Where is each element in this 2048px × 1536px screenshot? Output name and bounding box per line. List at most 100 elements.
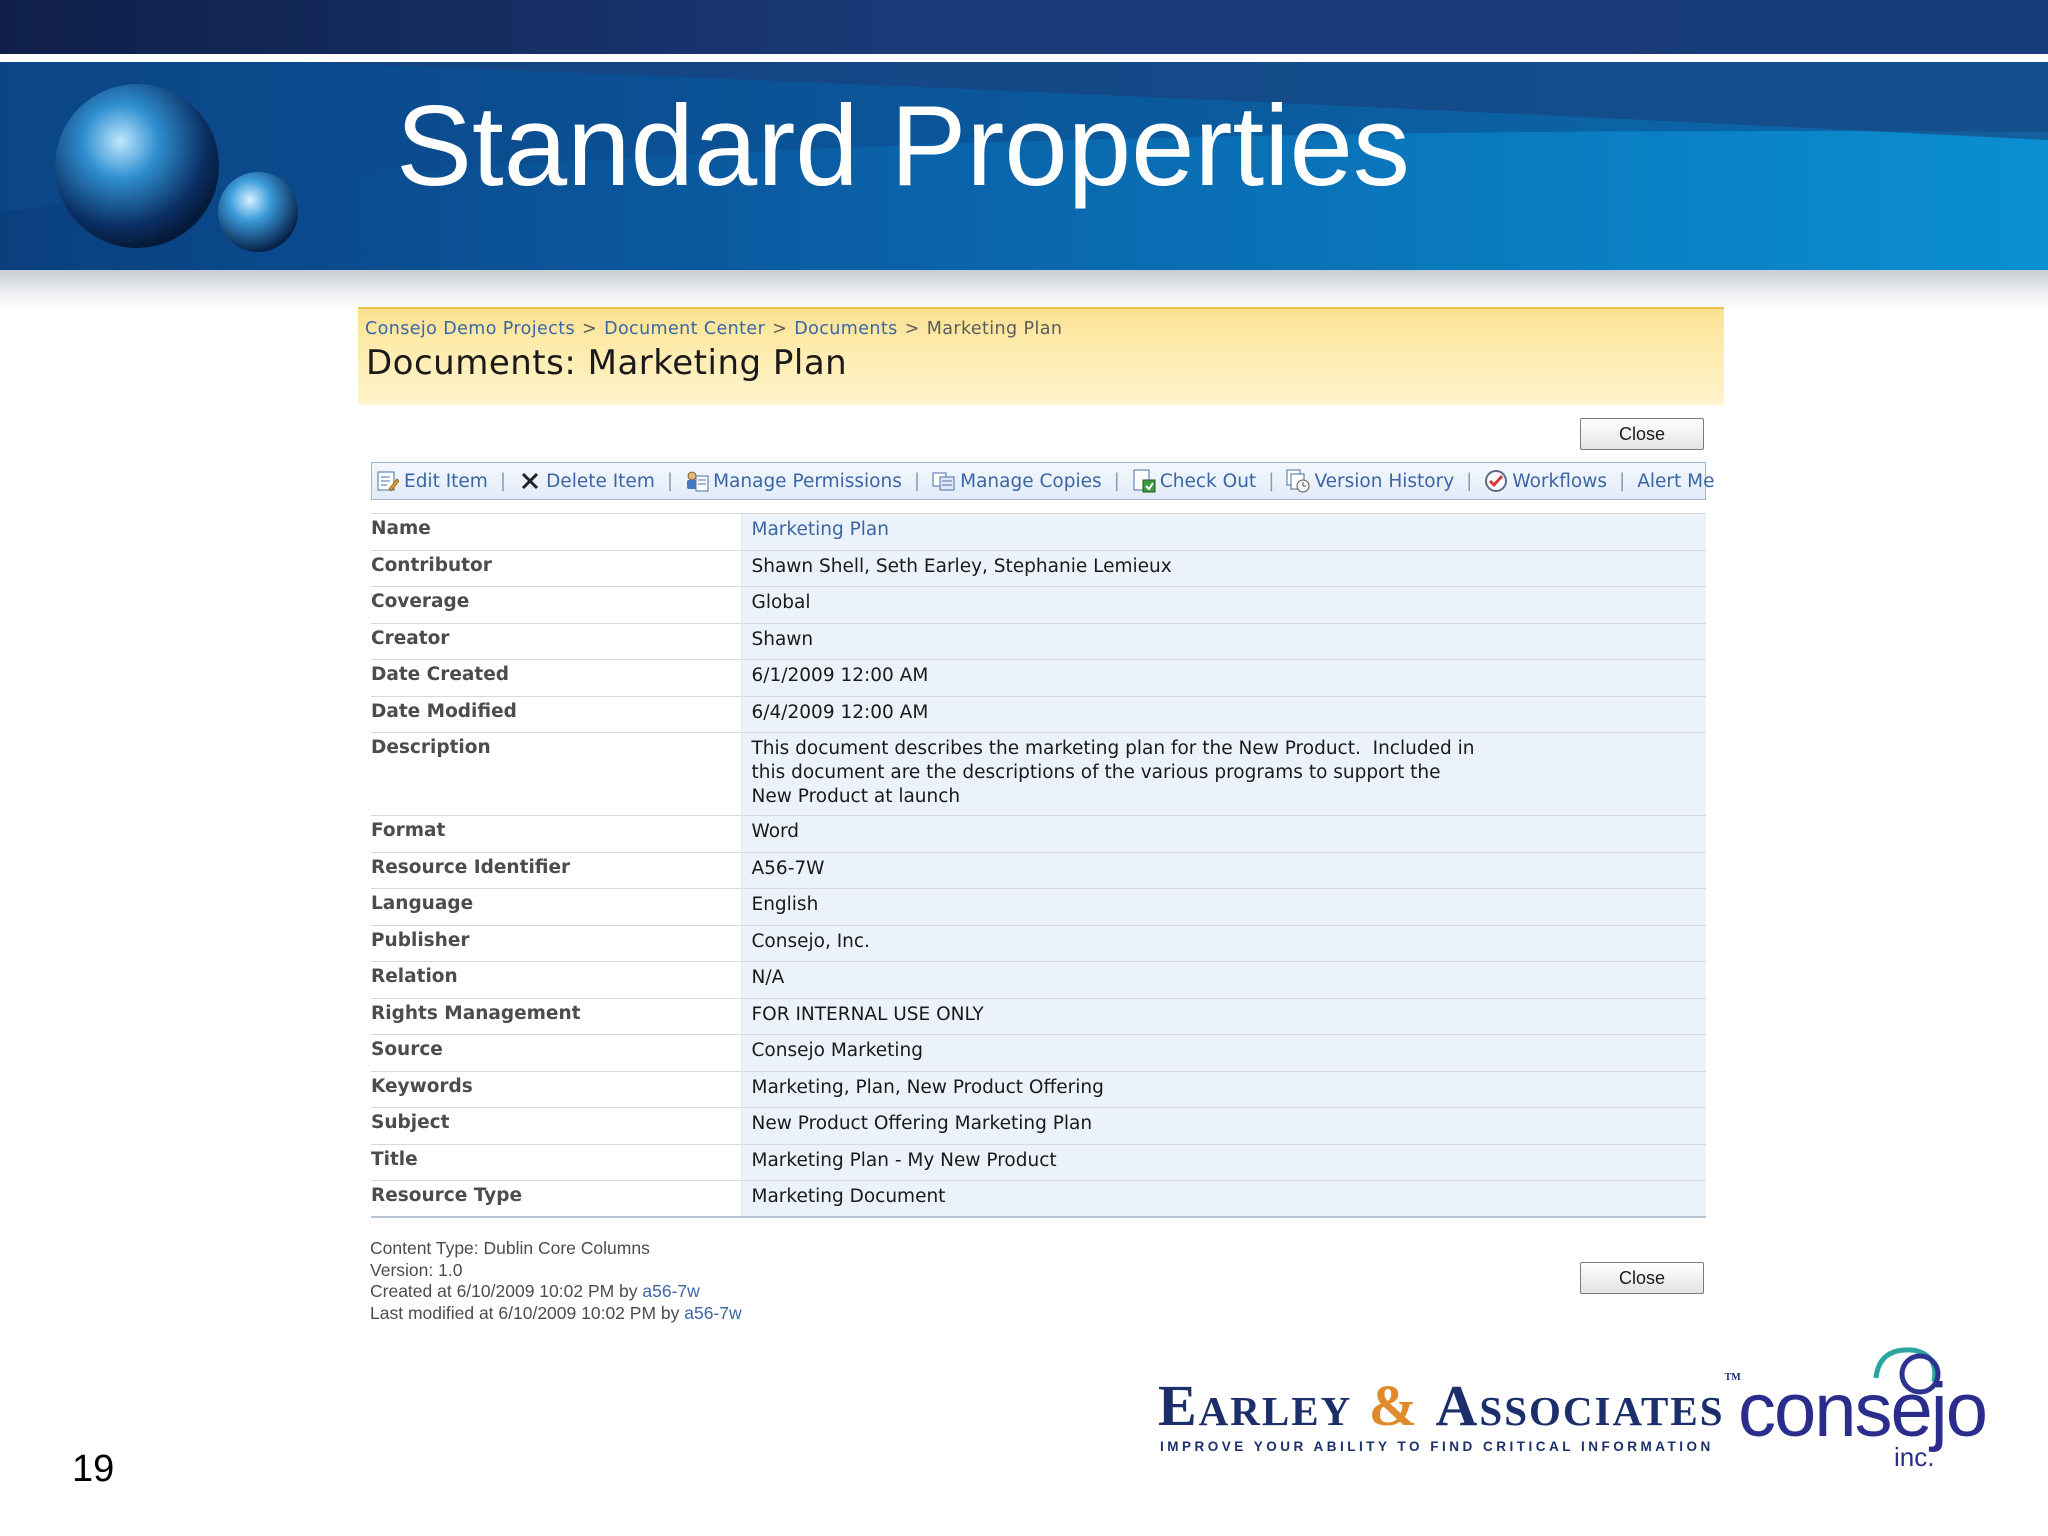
property-label: Contributor — [371, 549, 741, 587]
breadcrumb-current: Marketing Plan — [926, 319, 1063, 339]
edit-item-button[interactable]: Edit Item — [376, 469, 488, 493]
consejo-wordmark: consejo — [1738, 1368, 1986, 1453]
property-value: English — [740, 888, 1706, 925]
property-label: Creator — [371, 622, 741, 660]
version-history-icon — [1286, 469, 1310, 493]
property-label: Subject — [371, 1107, 741, 1144]
workflows-icon — [1484, 469, 1508, 493]
manage-permissions-button[interactable]: Manage Permissions — [685, 469, 902, 493]
property-value: 6/4/2009 12:00 AM — [740, 695, 1706, 733]
property-value: Consejo, Inc. — [740, 924, 1706, 962]
page-title: Documents: Marketing Plan — [366, 343, 848, 383]
manage-copies-label: Manage Copies — [960, 470, 1102, 492]
modified-by-link[interactable]: a56-7w — [684, 1303, 741, 1323]
banner-shadow — [0, 270, 2048, 312]
property-label: Coverage — [371, 586, 741, 623]
slide-number: 19 — [72, 1448, 115, 1490]
property-row: Coverage Global — [371, 586, 1706, 623]
property-value: Marketing Plan - My New Product — [740, 1143, 1706, 1181]
property-label: Date Created — [371, 659, 741, 696]
consejo-logo: consejo inc. — [1738, 1347, 1988, 1470]
property-row: Publisher Consejo, Inc. — [371, 924, 1706, 962]
property-label: Relation — [371, 961, 741, 998]
name-link[interactable]: Marketing Plan — [752, 519, 889, 540]
small-orb — [218, 172, 298, 252]
toolbar-separator: | — [1466, 470, 1473, 492]
breadcrumb-item-document-center[interactable]: Document Center — [604, 319, 765, 339]
earley-tagline: IMPROVE YOUR ABILITY TO FIND CRITICAL IN… — [1160, 1439, 1714, 1454]
page-header: Consejo Demo Projects > Document Center > Do… — [358, 307, 1724, 405]
property-label: Date Modified — [371, 695, 741, 733]
version-history-label: Version History — [1314, 470, 1455, 492]
close-button-bottom[interactable]: Close — [1580, 1262, 1704, 1294]
slide-title: Standard Properties — [396, 83, 1410, 210]
check-out-label: Check Out — [1159, 470, 1257, 492]
modified-text: Last modified at 6/10/2009 10:02 PM by a… — [370, 1303, 742, 1325]
breadcrumb-separator: > — [904, 319, 920, 339]
check-out-icon — [1132, 469, 1156, 493]
property-row: Resource Identifier A56-7W — [371, 851, 1706, 889]
property-value: 6/1/2009 12:00 AM — [740, 659, 1706, 696]
description-line: New Product at launch — [751, 786, 961, 807]
property-row: Keywords Marketing, Plan, New Product Off… — [371, 1070, 1706, 1108]
workflows-label: Workflows — [1512, 470, 1607, 492]
property-label: Keywords — [371, 1070, 741, 1108]
toolbar-separator: | — [1619, 470, 1626, 492]
property-value: Shawn Shell, Seth Earley, Stephanie Lemi… — [740, 549, 1706, 587]
permissions-icon — [685, 469, 709, 493]
property-row: Creator Shawn — [371, 622, 1706, 660]
property-label: Description — [371, 732, 741, 816]
check-out-button[interactable]: Check Out — [1132, 469, 1256, 493]
associates-word: Associates — [1435, 1373, 1725, 1438]
property-row: Format Word — [371, 815, 1706, 852]
edit-icon — [376, 469, 400, 493]
toolbar-separator: | — [1268, 470, 1275, 492]
breadcrumb: Consejo Demo Projects > Document Center > Do… — [365, 319, 1062, 339]
property-label: Resource Type — [371, 1180, 741, 1218]
property-label: Name — [371, 513, 741, 550]
item-footer-info: Content Type: Dublin Core Columns Versio… — [370, 1238, 742, 1324]
property-row: Source Consejo Marketing — [371, 1034, 1706, 1071]
earley-word: Earley — [1158, 1373, 1353, 1438]
property-value: This document describes the marketing pl… — [740, 732, 1706, 816]
description-line: this document are the descriptions of th… — [751, 762, 1441, 783]
breadcrumb-item-documents[interactable]: Documents — [794, 319, 897, 339]
manage-copies-button[interactable]: Manage Copies — [932, 469, 1102, 493]
close-button-top[interactable]: Close — [1580, 418, 1704, 450]
alert-me-button[interactable]: Alert Me — [1637, 471, 1714, 492]
top-band — [0, 0, 2048, 54]
property-row: Name Marketing Plan — [371, 513, 1706, 550]
breadcrumb-separator: > — [581, 319, 598, 339]
earley-associates-logo: Earley & AssociatesTM — [1158, 1372, 1741, 1439]
property-value: Shawn — [740, 622, 1706, 660]
content-type-text: Content Type: Dublin Core Columns — [370, 1238, 650, 1258]
property-row: Title Marketing Plan - My New Product — [371, 1143, 1706, 1181]
alert-me-label: Alert Me — [1637, 470, 1715, 492]
version-history-button[interactable]: Version History — [1286, 469, 1454, 493]
property-value: Marketing Document — [740, 1180, 1706, 1218]
property-value: A56-7W — [740, 851, 1706, 889]
description-line: This document describes the marketing pl… — [751, 738, 1475, 759]
property-row: Relation N/A — [371, 961, 1706, 998]
delete-item-button[interactable]: Delete Item — [518, 469, 655, 493]
edit-item-label: Edit Item — [404, 470, 488, 492]
property-value: New Product Offering Marketing Plan — [740, 1107, 1706, 1144]
workflows-button[interactable]: Workflows — [1484, 469, 1607, 493]
toolbar-separator: | — [666, 470, 674, 492]
toolbar-separator: | — [913, 470, 921, 492]
property-row: Rights Management FOR INTERNAL USE ONLY — [371, 997, 1706, 1035]
property-label: Language — [371, 888, 741, 925]
property-label: Source — [371, 1034, 741, 1071]
item-toolbar: Edit Item | Delete Item | Manage Permiss… — [371, 462, 1715, 500]
created-by-link[interactable]: a56-7w — [642, 1281, 699, 1301]
delete-item-label: Delete Item — [546, 470, 655, 492]
breadcrumb-item-demo-projects[interactable]: Consejo Demo Projects — [365, 319, 575, 339]
property-label: Title — [371, 1143, 741, 1181]
consejo-inc: inc. — [1894, 1442, 1934, 1470]
property-row: Contributor Shawn Shell, Seth Earley, Ste… — [371, 549, 1706, 587]
property-label: Resource Identifier — [371, 851, 741, 889]
property-value: Marketing Plan — [740, 513, 1706, 550]
earley-ampersand: & — [1368, 1373, 1420, 1438]
property-value: Global — [740, 586, 1706, 623]
created-prefix: Created at 6/10/2009 10:02 PM by — [370, 1281, 643, 1301]
